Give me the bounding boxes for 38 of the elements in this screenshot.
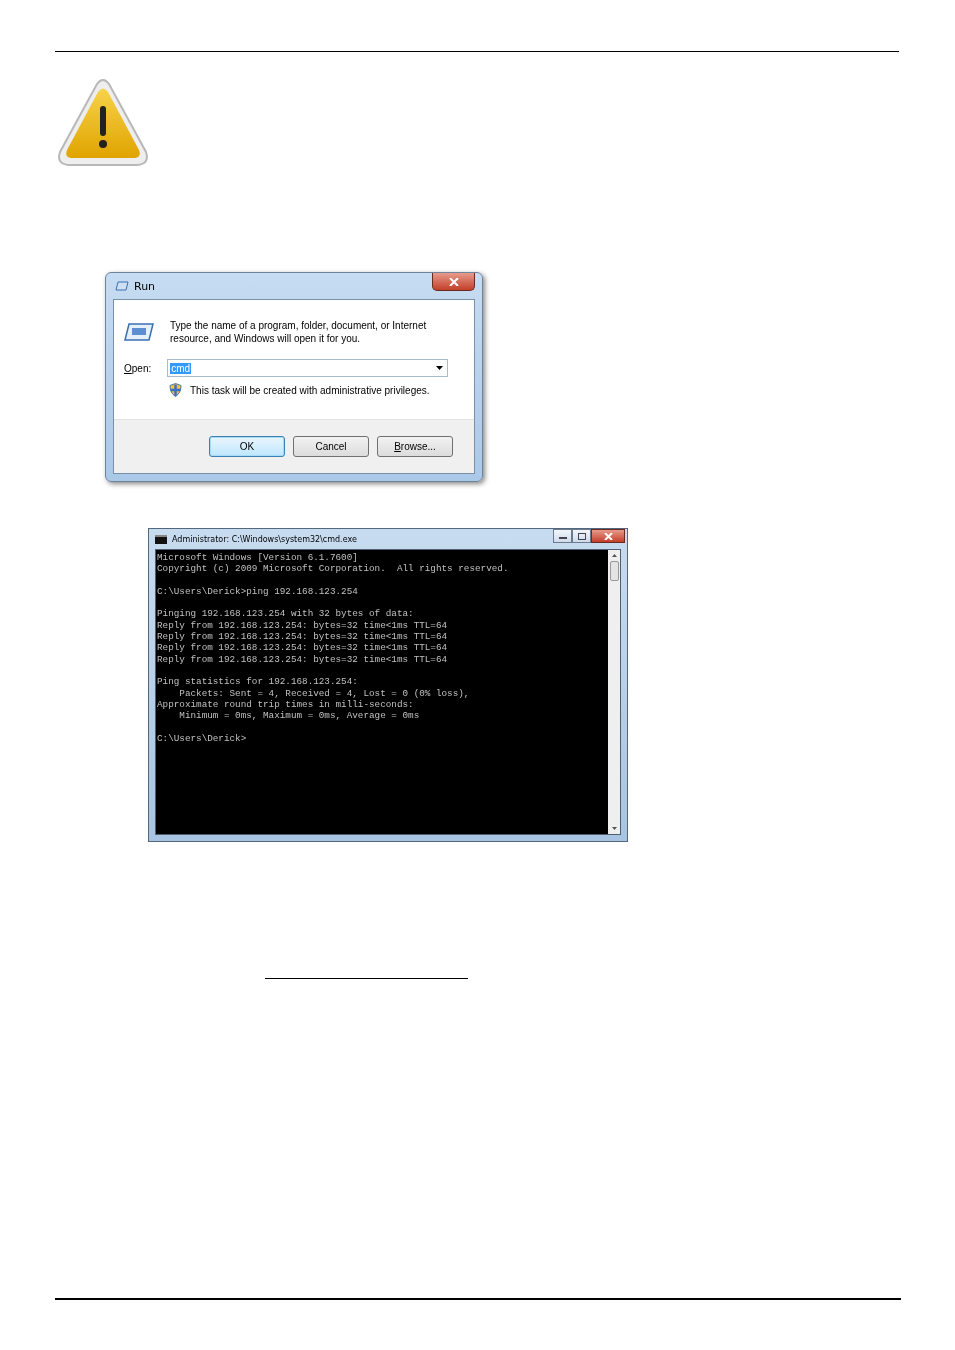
console-line: Microsoft Windows [Version 6.1.7600]	[157, 552, 359, 564]
maximize-button[interactable]	[572, 529, 591, 543]
console-line: Reply from 192.168.123.254: bytes=32 time<1ms TTL=64	[157, 619, 449, 632]
scrollbar-thumb[interactable]	[609, 561, 619, 581]
console-line: C:\Users\Derick>ping 192.168.123.254	[157, 585, 359, 598]
console-line: Approximate round trip times in milli-seconds:	[157, 698, 415, 711]
console-line: Reply from 192.168.123.254: bytes=32 time<1ms TTL=64	[157, 653, 449, 665]
console-line: Reply from 192.168.123.254: bytes=32 time<1ms TTL=64	[157, 631, 449, 643]
console-line: Pinging 192.168.123.254 with 32 bytes of data:	[157, 608, 415, 620]
scroll-up-icon[interactable]	[611, 554, 617, 557]
console-line: Packets: Sent = 4, Received = 4, Lost = 0 (0% loss),	[178, 687, 471, 699]
window-title: Administrator: C:\Windows\system32\cmd.exe	[172, 534, 357, 544]
minimize-button[interactable]	[553, 529, 572, 543]
maximize-icon[interactable]	[577, 532, 586, 540]
window-title: Run	[134, 279, 156, 293]
instruction-text: Type the name of a program, folder, document, or Internet resource, and Windows will open it for you.	[170, 319, 428, 345]
console-icon	[155, 534, 167, 544]
console-line: Reply from 192.168.123.254: bytes=32 time<1ms TTL=64	[157, 642, 449, 654]
console-line: Ping statistics for 192.168.123.254:	[157, 676, 359, 688]
close-icon[interactable]	[603, 532, 613, 540]
close-icon[interactable]	[448, 277, 459, 286]
console-line: C:\Users\Derick>	[157, 732, 248, 745]
dialog-button[interactable]: Cancel	[293, 436, 369, 457]
open-label: Open:	[124, 362, 152, 374]
run-icon	[115, 281, 129, 291]
admin-note: This task will be created with administrative privileges.	[190, 384, 430, 396]
shield-icon	[169, 383, 182, 397]
close-button[interactable]	[591, 529, 625, 543]
scroll-down-icon[interactable]	[611, 827, 617, 830]
console-line: Minimum = 0ms, Maximum = 0ms, Average = 0ms	[178, 710, 421, 722]
scrollbar[interactable]	[608, 550, 620, 834]
warning-icon	[57, 78, 149, 168]
close-button[interactable]	[432, 273, 475, 291]
dialog-button[interactable]: Browse...	[377, 436, 453, 457]
run-icon	[124, 323, 154, 341]
caret-icon[interactable]	[436, 366, 444, 370]
dialog-button[interactable]: OK	[209, 436, 285, 457]
console-line: Copyright (c) 2009 Microsoft Corporation. All rights reserved.	[157, 563, 510, 575]
